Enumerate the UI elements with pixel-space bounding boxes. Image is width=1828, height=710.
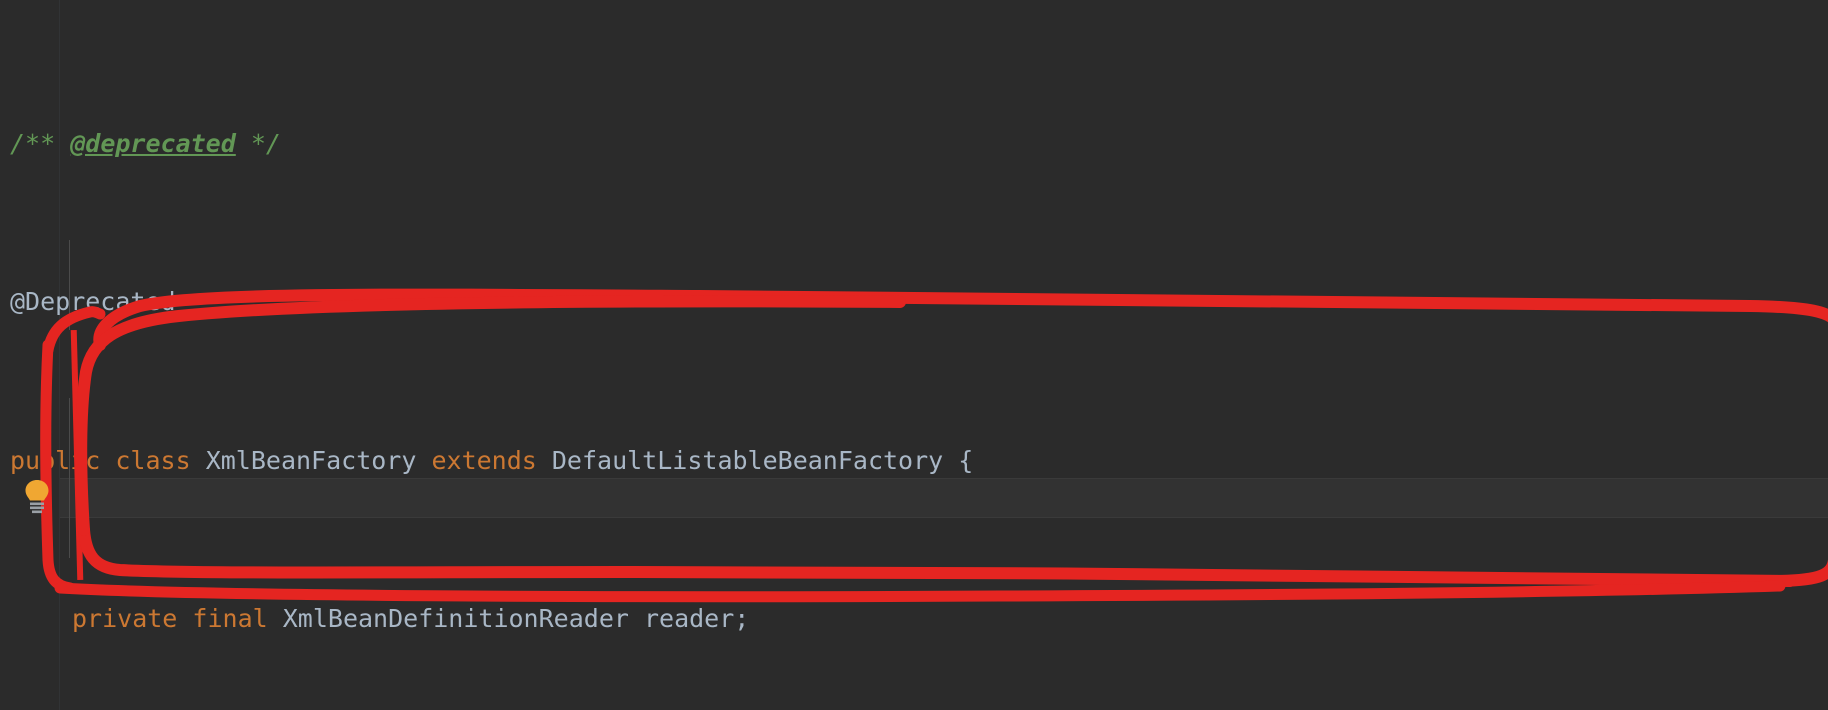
code-token-identifier: XmlBeanDefinitionReader reader; — [267, 603, 750, 633]
code-token-keyword: extends — [431, 445, 537, 475]
code-text-area[interactable]: /** @deprecated */ @Deprecated public cl… — [0, 5, 1502, 710]
code-token-comment: /** — [10, 128, 71, 158]
intention-light-bulb[interactable] — [22, 478, 52, 518]
code-token-comment: */ — [235, 128, 281, 158]
code-token-keyword: class — [115, 445, 191, 475]
code-token-identifier: DefaultListableBeanFactory { — [536, 445, 974, 475]
code-token-keyword: public — [10, 445, 101, 475]
code-line[interactable]: private final XmlBeanDefinitionReader re… — [0, 599, 1502, 639]
annotation-right-stroke — [1774, 559, 1828, 587]
code-line[interactable]: public class XmlBeanFactory extends Defa… — [0, 441, 1502, 481]
code-token-keyword: private — [72, 603, 178, 633]
code-token-keyword: final — [192, 603, 268, 633]
code-token-deprecated-tag: @deprecated — [70, 128, 236, 158]
code-line[interactable]: @Deprecated — [0, 282, 1502, 322]
code-editor[interactable]: /** @deprecated */ @Deprecated public cl… — [0, 0, 1828, 710]
code-line[interactable]: /** @deprecated */ — [0, 124, 1502, 164]
light-bulb-icon — [25, 480, 49, 514]
code-token-identifier: XmlBeanFactory — [190, 445, 432, 475]
code-token-annotation: @Deprecated — [10, 287, 176, 317]
